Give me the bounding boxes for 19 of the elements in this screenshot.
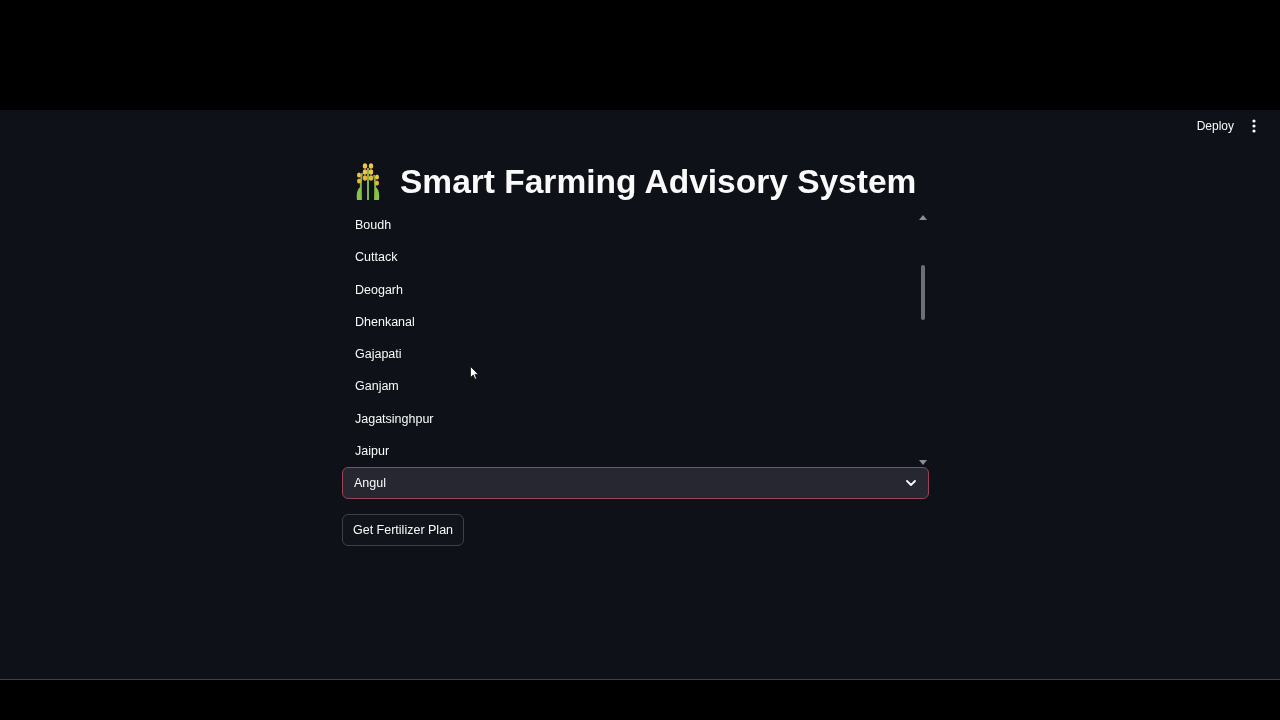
dropdown-option[interactable]: Cuttack [342,241,915,274]
scrollbar-thumb[interactable] [921,265,925,320]
dropdown-option[interactable]: Gajapati [342,338,915,371]
scroll-up-icon[interactable] [919,215,927,220]
dropdown-option[interactable]: Dhenkanal [342,305,915,338]
scroll-down-icon[interactable] [919,460,927,465]
chevron-down-icon [906,480,916,486]
dropdown-option[interactable]: Boudh [342,209,915,242]
mouse-pointer-icon [470,366,479,380]
deploy-button[interactable]: Deploy [1192,117,1238,135]
dropdown-option[interactable]: Ganjam [342,370,915,403]
more-options-icon[interactable] [1252,119,1256,133]
wheat-icon [355,163,381,201]
get-fertilizer-plan-button[interactable]: Get Fertilizer Plan [342,514,465,546]
dropdown-option[interactable]: Jaipur [342,434,915,467]
dropdown-option[interactable]: Deogarh [342,273,915,306]
district-select[interactable]: Angul [342,467,929,499]
page-title: Smart Farming Advisory System [400,162,917,202]
dropdown-option[interactable]: Jagatsinghpur [342,402,915,435]
